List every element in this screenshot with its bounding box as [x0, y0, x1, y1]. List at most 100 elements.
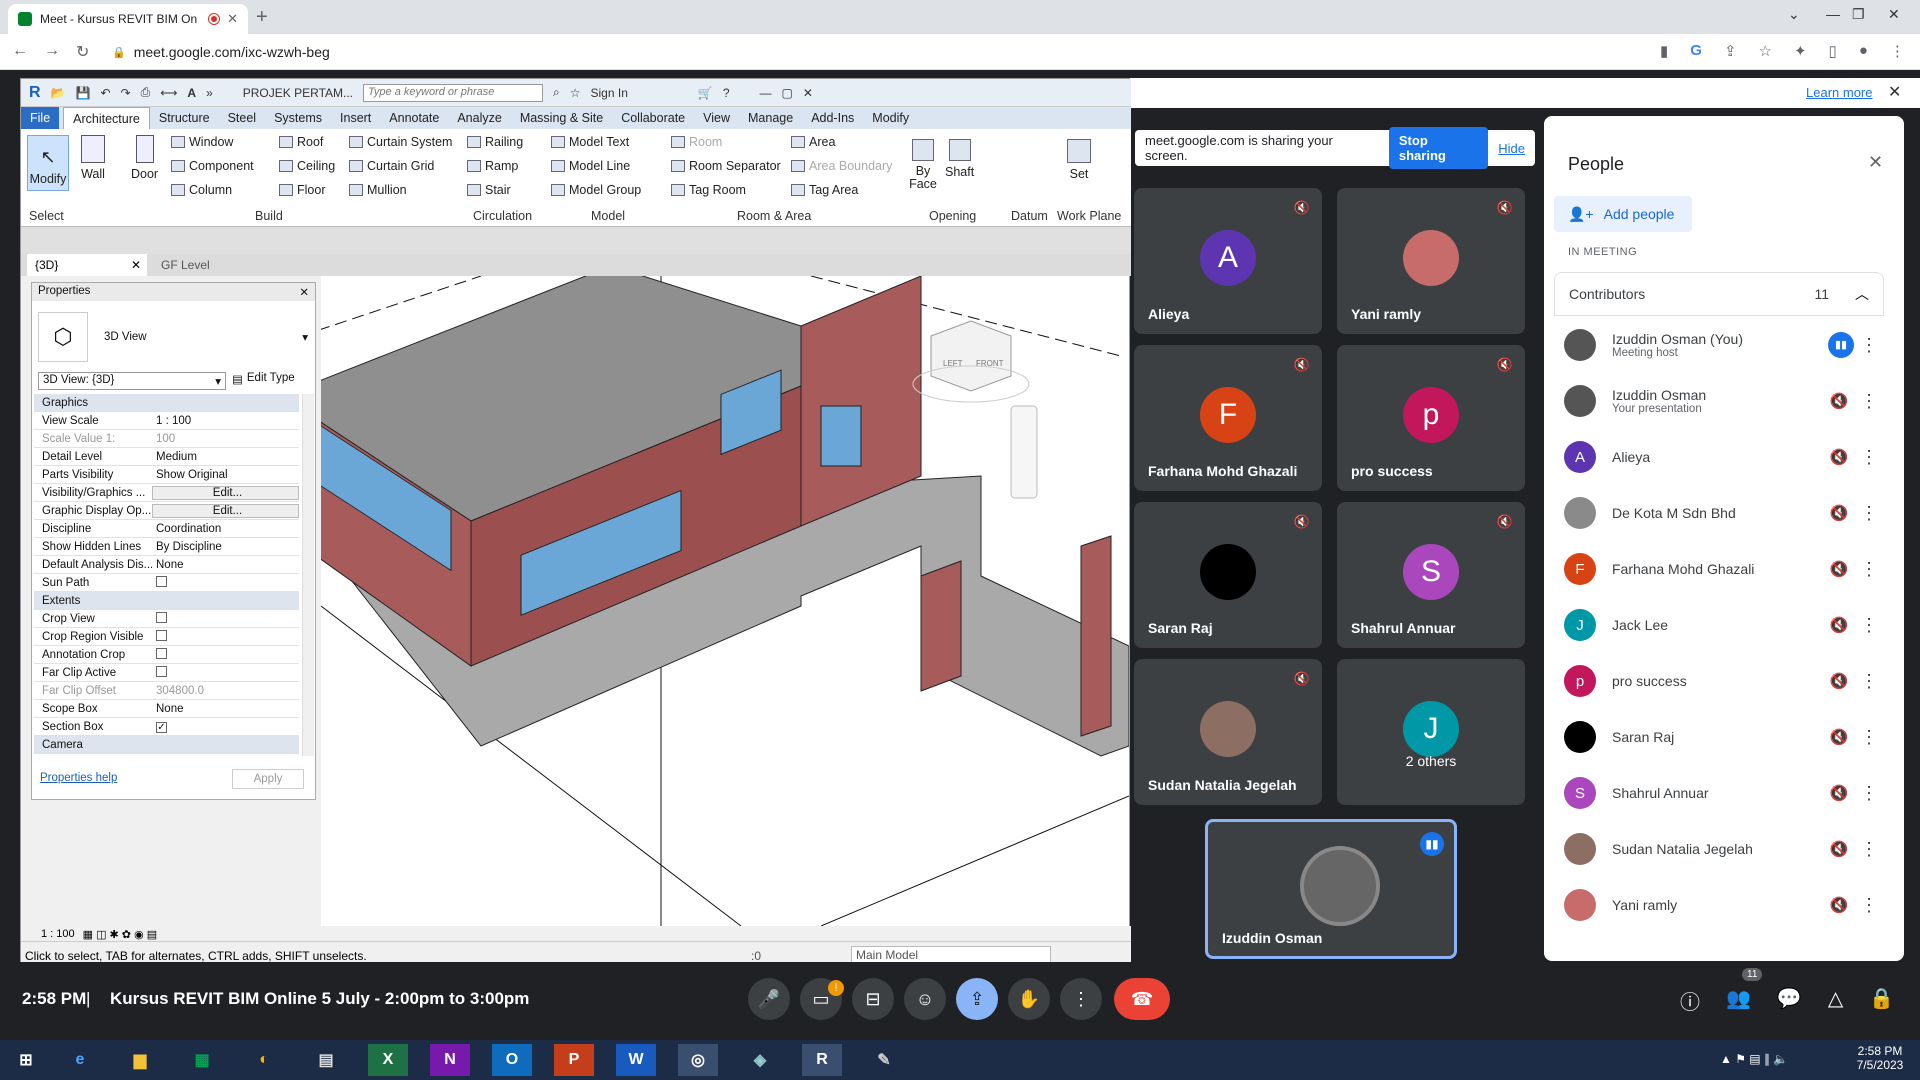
tab-search-icon[interactable]: ⌄: [1788, 6, 1800, 23]
revit-maximize[interactable]: ▢: [782, 86, 793, 100]
property-row[interactable]: Parts Visibility Show Original: [34, 466, 299, 484]
revit-close[interactable]: ✕: [803, 86, 813, 100]
measure-icon[interactable]: ⟷: [160, 86, 177, 100]
property-row[interactable]: Camera: [34, 736, 299, 754]
sheets-icon[interactable]: ▦: [182, 1044, 222, 1076]
raise-hand-button[interactable]: ✋: [1008, 978, 1050, 1020]
search-field[interactable]: Type a keyword or phrase: [363, 83, 544, 102]
hide-link[interactable]: Hide: [1498, 141, 1525, 156]
property-row[interactable]: Scope Box None: [34, 700, 299, 718]
checkbox[interactable]: [156, 665, 167, 677]
participant-tile[interactable]: A 🔇 Alieya: [1134, 188, 1322, 334]
navigation-bar[interactable]: [1010, 405, 1038, 499]
model-group-button[interactable]: Model Group: [551, 183, 641, 197]
binoculars-icon[interactable]: ⌕: [553, 85, 560, 100]
modify-button[interactable]: ↖ Modify: [27, 135, 69, 191]
property-row[interactable]: Show Hidden Lines By Discipline: [34, 538, 299, 556]
redo-icon[interactable]: ↷: [121, 86, 131, 100]
more-vert-icon[interactable]: ⋮: [1854, 615, 1884, 636]
tray-icons[interactable]: ▲ ⚑ ▤ ∥ 🔈: [1720, 1052, 1788, 1066]
close-window-button[interactable]: ✕: [1888, 6, 1900, 23]
minimize-button[interactable]: —: [1826, 6, 1840, 22]
column-button[interactable]: Column: [171, 183, 232, 197]
property-value[interactable]: Edit...: [152, 503, 299, 518]
property-value[interactable]: Show Original: [152, 469, 299, 481]
reload-icon[interactable]: ↻: [76, 42, 89, 62]
more-vert-icon[interactable]: ⋮: [1854, 671, 1884, 692]
property-value[interactable]: 304800.0: [152, 685, 299, 697]
filter-count[interactable]: :0: [751, 949, 761, 963]
property-row[interactable]: Default Analysis Dis... None: [34, 556, 299, 574]
property-row[interactable]: Detail Level Medium: [34, 448, 299, 466]
railing-button[interactable]: Railing: [467, 135, 523, 149]
mic-off-icon[interactable]: 🔇: [1824, 728, 1854, 746]
ramp-button[interactable]: Ramp: [467, 159, 518, 173]
ribbon-tab-collaborate[interactable]: Collaborate: [612, 107, 694, 129]
model-line-button[interactable]: Model Line: [551, 159, 630, 173]
property-value[interactable]: By Discipline: [152, 541, 299, 553]
mic-off-icon[interactable]: 🔇: [1824, 672, 1854, 690]
ribbon-tab-steel[interactable]: Steel: [219, 107, 266, 129]
list-item[interactable]: Izuddin Osman Your presentation 🔇 ⋮: [1564, 376, 1884, 426]
property-row[interactable]: Discipline Coordination: [34, 520, 299, 538]
learn-more-link[interactable]: Learn more: [1806, 85, 1872, 100]
people-icon[interactable]: 👥: [1726, 986, 1751, 1015]
profile-avatar[interactable]: ●: [1859, 42, 1868, 60]
chevron-up-icon[interactable]: ︿: [1855, 284, 1869, 304]
mic-off-icon[interactable]: 🔇: [1824, 560, 1854, 578]
participant-tile[interactable]: 🔇 Yani ramly: [1337, 188, 1525, 334]
property-value[interactable]: 100: [152, 433, 299, 445]
list-item[interactable]: A Alieya 🔇 ⋮: [1564, 432, 1884, 482]
property-row[interactable]: Extents: [34, 592, 299, 610]
ribbon-tab-annotate[interactable]: Annotate: [380, 107, 448, 129]
list-item[interactable]: Izuddin Osman (You) Meeting host ▮▮ ⋮: [1564, 320, 1884, 370]
activities-icon[interactable]: △: [1828, 986, 1843, 1015]
property-value[interactable]: 1 : 100: [152, 415, 299, 427]
by-face-button[interactable]: By Face: [907, 139, 939, 191]
bookmark-star-icon[interactable]: ☆: [1759, 42, 1772, 60]
list-item[interactable]: Saran Raj 🔇 ⋮: [1564, 712, 1884, 762]
property-row[interactable]: Far Clip Active: [34, 664, 299, 682]
door-button[interactable]: Door: [131, 135, 158, 181]
more-vert-icon[interactable]: ⋮: [1854, 783, 1884, 804]
view-scale[interactable]: 1 : 100: [41, 928, 75, 940]
captions-button[interactable]: ⊟: [852, 978, 894, 1020]
close-properties-icon[interactable]: ✕: [299, 285, 309, 299]
word-icon[interactable]: W: [616, 1044, 656, 1076]
host-controls-icon[interactable]: 🔒: [1869, 986, 1894, 1015]
emoji-button[interactable]: ☺: [904, 978, 946, 1020]
google-icon[interactable]: G: [1690, 42, 1702, 60]
mic-off-icon[interactable]: 🔇: [1824, 784, 1854, 802]
start-icon[interactable]: ⊞: [6, 1044, 46, 1076]
onenote-icon[interactable]: N: [430, 1044, 470, 1076]
component-button[interactable]: Component: [171, 159, 254, 173]
group-select[interactable]: Select: [29, 209, 64, 223]
undo-icon[interactable]: ↶: [100, 86, 110, 100]
ceiling-button[interactable]: Ceiling: [279, 159, 335, 173]
mic-off-icon[interactable]: 🔇: [1824, 896, 1854, 914]
more-vert-icon[interactable]: ⋮: [1854, 839, 1884, 860]
type-dropdown-icon[interactable]: ▾: [302, 330, 308, 344]
more-vert-icon[interactable]: ⋮: [1854, 335, 1884, 356]
participant-tile[interactable]: F 🔇 Farhana Mohd Ghazali: [1134, 345, 1322, 491]
property-value[interactable]: None: [152, 703, 299, 715]
property-value[interactable]: Edit...: [152, 485, 299, 500]
ribbon-tab-modify[interactable]: Modify: [863, 107, 918, 129]
type-selector[interactable]: ⬡ 3D View ▾: [38, 307, 308, 367]
extensions-icon[interactable]: ✦: [1794, 42, 1807, 60]
room-button[interactable]: Room: [671, 135, 722, 149]
tab-3d[interactable]: {3D} ✕: [27, 254, 147, 276]
help-icon[interactable]: ?: [723, 86, 730, 100]
self-tile[interactable]: ▮▮ Izuddin Osman: [1205, 819, 1457, 959]
ribbon-tab-file[interactable]: File: [21, 107, 60, 129]
excel-icon[interactable]: X: [368, 1044, 408, 1076]
menu-dots-icon[interactable]: ⋮: [1890, 42, 1905, 60]
mic-off-icon[interactable]: 🔇: [1824, 448, 1854, 466]
ribbon-tab-massing-site[interactable]: Massing & Site: [511, 107, 612, 129]
property-row[interactable]: Annotation Crop: [34, 646, 299, 664]
speaking-icon[interactable]: ▮▮: [1828, 332, 1854, 358]
powerpoint-icon[interactable]: P: [554, 1044, 594, 1076]
print-icon[interactable]: ⎙: [141, 85, 151, 100]
list-item[interactable]: Yani ramly 🔇 ⋮: [1564, 880, 1884, 930]
revit-minimize[interactable]: —: [760, 86, 772, 100]
